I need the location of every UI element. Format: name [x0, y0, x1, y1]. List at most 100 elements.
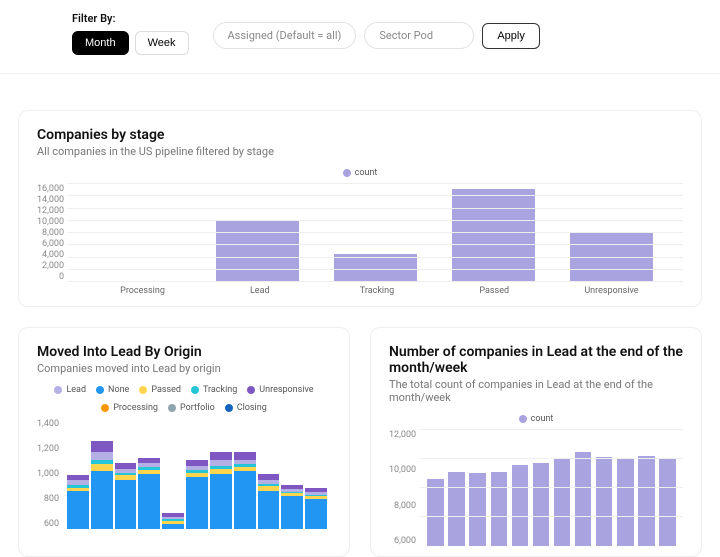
week-toggle[interactable]: Week — [135, 31, 189, 55]
stacked-bar — [162, 419, 184, 529]
chart-area: 1,4001,2001,000800600 — [37, 419, 331, 529]
bar — [554, 458, 571, 546]
bar-segment — [67, 491, 89, 530]
y-tick: 800 — [37, 494, 59, 504]
grid-line — [68, 195, 683, 196]
bar-col — [530, 430, 551, 546]
y-axis: 1,4001,2001,000800600 — [37, 419, 63, 529]
swatch-icon — [519, 415, 527, 423]
bar-col — [425, 430, 446, 546]
bar-col — [435, 184, 553, 282]
legend-item: None — [96, 385, 129, 395]
swatch-icon — [343, 169, 351, 177]
y-tick: 0 — [37, 272, 64, 282]
bars — [63, 419, 331, 529]
legend-label: Closing — [237, 403, 267, 413]
bar-col — [615, 430, 636, 546]
stacked-bar — [67, 419, 89, 529]
plot-area — [68, 184, 683, 282]
grid-line — [68, 232, 683, 233]
bar-segment — [210, 452, 232, 460]
grid-line — [68, 257, 683, 258]
grid-line — [420, 487, 683, 488]
y-tick: 4,000 — [37, 250, 64, 260]
chart-title: Number of companies in Lead at the end o… — [389, 344, 683, 376]
filter-bar: Filter By: Month Week Assigned (Default … — [0, 0, 720, 74]
bar-segment — [91, 441, 113, 452]
grid-line — [68, 183, 683, 184]
chart-subtitle: The total count of companies in Lead at … — [389, 378, 683, 404]
grid-line — [420, 516, 683, 517]
y-axis: 16,00014,00012,00010,0008,0006,0004,0002… — [37, 184, 68, 282]
bar-segment — [91, 452, 113, 460]
dashboard-content: Companies by stage All companies in the … — [0, 74, 720, 557]
bar-col — [446, 430, 467, 546]
chart-title: Moved Into Lead By Origin — [37, 344, 331, 360]
y-tick: 2,000 — [37, 261, 64, 271]
y-tick: 8,000 — [389, 501, 416, 511]
legend-item-count: count — [519, 414, 554, 424]
bar-segment — [234, 452, 256, 460]
bar-segment — [138, 474, 160, 529]
stacked-bar — [186, 419, 208, 529]
bar-col — [80, 184, 198, 282]
grid-line — [68, 208, 683, 209]
x-tick: Processing — [84, 286, 201, 296]
grid-line — [420, 429, 683, 430]
bar-segment — [234, 471, 256, 529]
bar-col — [594, 430, 615, 546]
legend-label: Processing — [113, 403, 158, 413]
legend-item: Closing — [225, 403, 267, 413]
legend-label: Unresponsive — [259, 385, 313, 395]
legend-item-count: count — [343, 168, 378, 178]
swatch-icon — [247, 386, 255, 394]
sector-select[interactable]: Sector Pod — [364, 22, 474, 49]
x-tick: Lead — [201, 286, 318, 296]
period-toggle: Month Week — [72, 31, 189, 55]
apply-button[interactable]: Apply — [482, 23, 540, 49]
y-tick: 10,000 — [37, 217, 64, 227]
chart-legend: LeadNonePassedTrackingUnresponsiveProces… — [37, 385, 331, 413]
y-tick: 1,000 — [37, 469, 59, 479]
x-tick: Tracking — [318, 286, 435, 296]
bar-segment — [186, 477, 208, 529]
chart-subtitle: Companies moved into Lead by origin — [37, 362, 331, 375]
chart-legend: count — [389, 414, 683, 424]
assigned-select[interactable]: Assigned (Default = all) — [213, 22, 357, 49]
legend-label: count — [531, 414, 554, 424]
y-tick: 600 — [37, 519, 59, 529]
filter-by-group: Filter By: Month Week — [72, 12, 189, 55]
bar-col — [657, 430, 678, 546]
legend-item: Unresponsive — [247, 385, 313, 395]
month-toggle[interactable]: Month — [72, 31, 129, 55]
stacked-bar — [281, 419, 303, 529]
legend-label: None — [108, 385, 129, 395]
bar-col — [509, 430, 530, 546]
filter-by-label: Filter By: — [72, 12, 189, 25]
bar-segment — [281, 496, 303, 529]
plot-area — [420, 430, 683, 546]
grid-line — [68, 269, 683, 270]
chart-title: Companies by stage — [37, 127, 683, 143]
chart-area: 12,00010,0008,0006,000 — [389, 430, 683, 546]
y-tick: 16,000 — [37, 184, 64, 194]
bar-segment — [305, 499, 327, 529]
stacked-bar — [234, 419, 256, 529]
bar-col — [488, 430, 509, 546]
legend-label: Tracking — [203, 385, 237, 395]
bar — [638, 456, 655, 546]
swatch-icon — [191, 386, 199, 394]
bar-segment — [91, 464, 113, 471]
bar — [596, 457, 613, 546]
grid-line — [420, 458, 683, 459]
swatch-icon — [54, 386, 62, 394]
swatch-icon — [168, 404, 176, 412]
bar — [512, 465, 529, 546]
bar-col — [198, 184, 316, 282]
grid-line — [68, 220, 683, 221]
bar-segment — [91, 471, 113, 529]
bar — [469, 473, 486, 546]
legend-label: Passed — [151, 385, 181, 395]
bar-segment — [210, 474, 232, 529]
filter-controls: Assigned (Default = all) Sector Pod Appl… — [213, 22, 540, 49]
